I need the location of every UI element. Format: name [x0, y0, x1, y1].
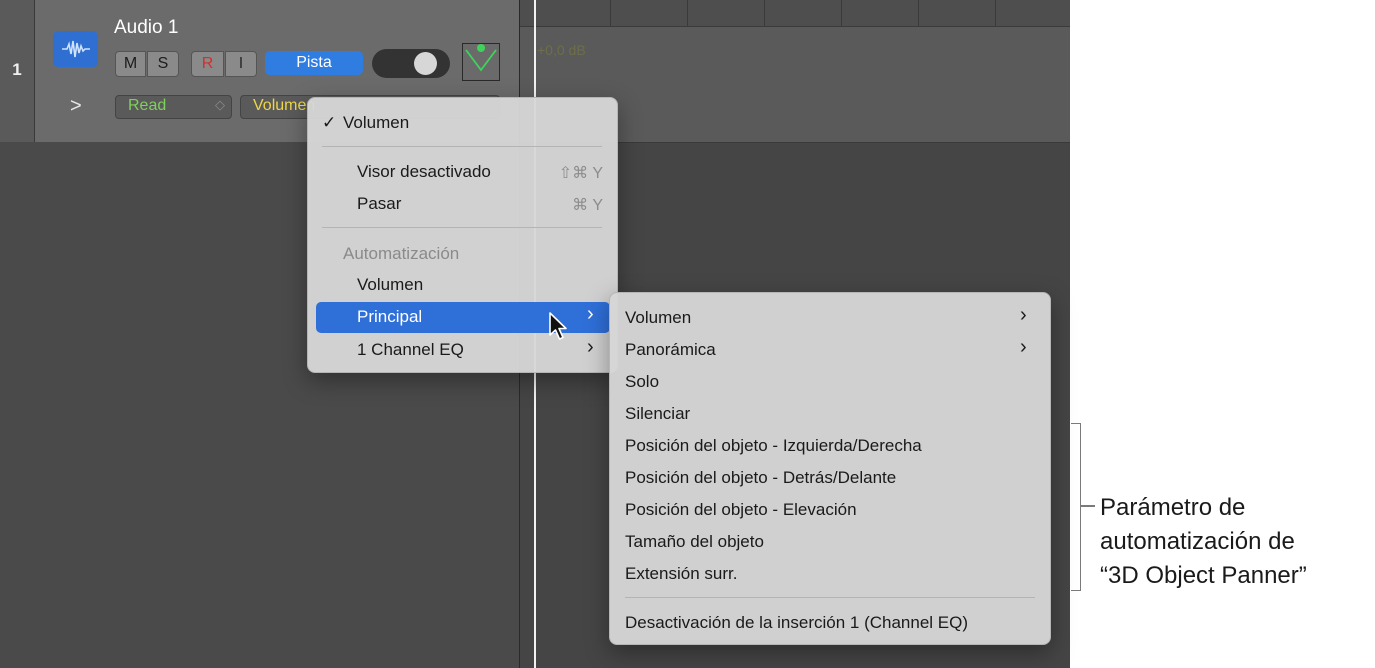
chevron-right-icon: › — [1020, 304, 1027, 326]
submenu-item-panoramica[interactable]: Panorámica — [625, 340, 716, 360]
lane-value-label: +0,0 dB — [537, 42, 586, 58]
waveform-icon — [53, 31, 98, 67]
shortcut-pasar: ⌘ Y — [572, 197, 603, 214]
track-name[interactable]: Audio 1 — [114, 17, 178, 39]
automation-parameter-menu: ✓ Volumen Visor desactivado ⇧⌘ Y Pasar ⌘… — [307, 97, 618, 373]
ruler-tick — [687, 0, 688, 26]
shortcut-visor: ⇧⌘ Y — [558, 165, 603, 182]
principal-submenu: Volumen › Panorámica › Solo Silenciar Po… — [609, 292, 1051, 645]
automation-curve-icon[interactable] — [462, 43, 500, 81]
solo-button[interactable]: S — [147, 51, 179, 77]
submenu-item-solo[interactable]: Solo — [625, 372, 659, 392]
menu-separator — [625, 597, 1035, 598]
menu-item-visor-desactivado[interactable]: Visor desactivado — [357, 162, 491, 182]
submenu-item-silenciar[interactable]: Silenciar — [625, 404, 690, 424]
menu-section-automatizacion: Automatización — [343, 244, 460, 263]
ruler-tick — [764, 0, 765, 26]
submenu-item-volumen[interactable]: Volumen — [625, 308, 691, 328]
callout-tick — [1081, 505, 1095, 507]
ruler-tick — [841, 0, 842, 26]
callout-bracket — [1071, 423, 1081, 591]
menu-separator — [322, 146, 602, 147]
track-automation-button[interactable]: Pista — [265, 51, 363, 75]
record-enable-button[interactable]: R — [191, 51, 224, 77]
checkmark-icon: ✓ — [322, 113, 337, 132]
toggle-knob — [414, 52, 437, 75]
automation-parameter-value: Volumen — [253, 97, 316, 114]
mouse-pointer-icon — [548, 311, 570, 348]
submenu-item-extension-surr[interactable]: Extensión surr. — [625, 564, 737, 584]
callout-line: Parámetro de — [1100, 494, 1246, 521]
callout-text: Parámetro de automatización de “3D Objec… — [1100, 491, 1370, 593]
menu-item-volumen[interactable]: Volumen — [357, 275, 423, 295]
chevron-right-icon: › — [1020, 336, 1027, 358]
ruler-tick — [995, 0, 996, 26]
menu-separator — [322, 227, 602, 228]
automation-mode-select[interactable]: Read ◇ — [115, 95, 232, 119]
mute-button[interactable]: M — [115, 51, 146, 77]
menu-item-principal[interactable]: Principal — [357, 307, 422, 327]
ruler-tick — [610, 0, 611, 26]
track-number-column: 1 — [0, 0, 35, 142]
callout-line: “3D Object Panner” — [1100, 562, 1307, 589]
callout-line: automatización de — [1100, 528, 1295, 555]
menu-item-volumen-checked[interactable]: Volumen — [343, 113, 409, 133]
submenu-item-posicion-elevacion[interactable]: Posición del objeto - Elevación — [625, 500, 857, 520]
menu-item-channel-eq[interactable]: 1 Channel EQ — [357, 340, 464, 360]
submenu-item-posicion-izq-der[interactable]: Posición del objeto - Izquierda/Derecha — [625, 436, 922, 456]
submenu-item-desactivacion-insercion[interactable]: Desactivación de la inserción 1 (Channel… — [625, 613, 968, 633]
chevron-right-icon: › — [587, 303, 594, 325]
timeline-ruler[interactable] — [520, 0, 1070, 27]
expand-chevron-icon[interactable]: > — [70, 95, 82, 118]
submenu-item-posicion-detras-delante[interactable]: Posición del objeto - Detrás/Delante — [625, 468, 896, 488]
automation-mode-value: Read — [128, 97, 167, 114]
track-number: 1 — [12, 60, 22, 79]
input-monitor-button[interactable]: I — [225, 51, 257, 77]
updown-arrows-icon: ◇ — [215, 97, 225, 112]
chevron-right-icon: › — [587, 336, 594, 358]
submenu-item-tamano-objeto[interactable]: Tamaño del objeto — [625, 532, 764, 552]
menu-item-pasar[interactable]: Pasar — [357, 194, 401, 214]
ruler-tick — [918, 0, 919, 26]
track-on-off-toggle[interactable] — [372, 49, 450, 78]
